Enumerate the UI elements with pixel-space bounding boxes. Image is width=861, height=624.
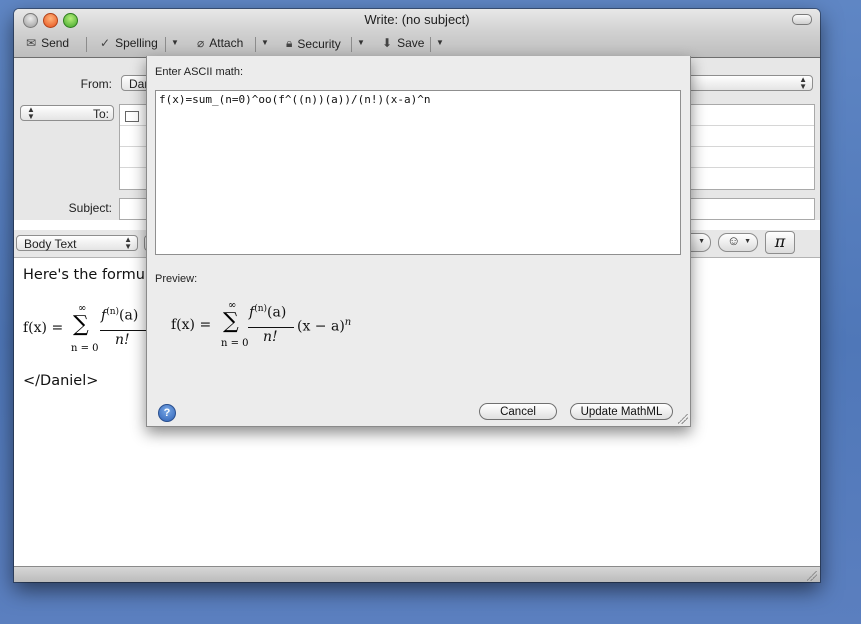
title-bar: Write: (no subject) ✉ Send ✓ Spelling ▼ … bbox=[14, 9, 820, 58]
security-dropdown-icon[interactable]: ▼ bbox=[357, 38, 365, 47]
updown-arrows-icon: ▲ ▼ bbox=[799, 75, 807, 91]
recipient-type-select[interactable]: ▲ ▼ To: bbox=[20, 105, 114, 121]
attach-button[interactable]: ⌀ Attach bbox=[197, 36, 243, 50]
formula-numerator-arg: (a) bbox=[119, 307, 139, 324]
send-button[interactable]: ✉ Send bbox=[26, 36, 69, 50]
from-label: From: bbox=[80, 77, 112, 91]
preview-exponent: n bbox=[344, 317, 352, 328]
spelling-label: Spelling bbox=[115, 36, 158, 50]
security-button[interactable]: 🔒︎ Security bbox=[286, 36, 341, 51]
spelling-dropdown-icon[interactable]: ▼ bbox=[171, 38, 179, 47]
update-mathml-button[interactable]: Update MathML bbox=[570, 403, 673, 420]
address-card-icon bbox=[125, 111, 139, 122]
send-label: Send bbox=[41, 36, 70, 50]
body-formula[interactable]: f(x) = ∞ ∑ n = 0 f(n)(a) n! bbox=[23, 303, 163, 363]
toolbar-divider bbox=[165, 37, 166, 52]
attach-dropdown-icon[interactable]: ▼ bbox=[261, 38, 269, 47]
paragraph-style-select[interactable]: Body Text ▲ ▼ bbox=[16, 235, 138, 251]
ascii-math-input[interactable]: f(x)=sum_(n=0)^oo(f^((n))(a))/(n!)(x-a)^… bbox=[155, 90, 681, 255]
save-label: Save bbox=[397, 36, 425, 50]
preview-tail: (x − a) bbox=[297, 318, 345, 335]
body-intro-text: Here's the formul bbox=[23, 267, 149, 283]
formula-superscript: (n) bbox=[106, 307, 120, 317]
recipient-type-label: To: bbox=[93, 107, 110, 121]
formula-sigma: ∑ bbox=[73, 312, 89, 337]
checkmark-icon: ✓ bbox=[100, 36, 111, 50]
preview-lower-limit: n = 0 bbox=[221, 338, 249, 349]
updown-arrows-icon: ▲ ▼ bbox=[124, 235, 132, 251]
toolbar-divider bbox=[255, 37, 256, 52]
send-icon: ✉ bbox=[26, 36, 37, 50]
body-signature: </Daniel> bbox=[23, 373, 99, 389]
preview-lhs: f(x) = bbox=[171, 317, 212, 333]
ascii-input-label: Enter ASCII math: bbox=[155, 66, 244, 78]
toolbar-divider bbox=[351, 37, 352, 52]
preview-sigma: ∑ bbox=[223, 309, 239, 334]
paperclip-icon: ⌀ bbox=[197, 36, 205, 50]
resize-grip-icon[interactable] bbox=[807, 571, 817, 581]
preview-fraction-bar bbox=[248, 327, 294, 328]
attach-label: Attach bbox=[209, 36, 244, 50]
resize-grip-icon[interactable] bbox=[678, 414, 688, 424]
formula-lhs: f(x) = bbox=[23, 320, 64, 336]
paragraph-style-value: Body Text bbox=[24, 237, 77, 251]
emoticon-button[interactable]: ☺ ▼ bbox=[718, 233, 758, 252]
formula-lower-limit: n = 0 bbox=[71, 343, 99, 354]
toolbar-divider bbox=[86, 37, 87, 52]
download-arrow-icon: ⬇ bbox=[382, 36, 393, 50]
smiley-icon: ☺ bbox=[727, 233, 741, 248]
cancel-button[interactable]: Cancel bbox=[479, 403, 557, 420]
preview-numerator-arg: (a) bbox=[267, 304, 287, 321]
lock-icon: 🔒︎ bbox=[286, 36, 293, 50]
formula-denominator: n! bbox=[115, 332, 130, 348]
toolbar: ✉ Send ✓ Spelling ▼ ⌀ Attach ▼ 🔒︎ Securi… bbox=[14, 33, 820, 55]
toolbar-divider bbox=[430, 37, 431, 52]
window-title: Write: (no subject) bbox=[364, 12, 470, 27]
updown-arrows-icon: ▲ ▼ bbox=[27, 105, 35, 121]
security-label: Security bbox=[297, 36, 341, 51]
preview-superscript: (n) bbox=[254, 304, 268, 314]
status-bar bbox=[14, 566, 820, 582]
insert-math-button[interactable]: π bbox=[765, 231, 795, 254]
preview-denominator: n! bbox=[263, 329, 278, 345]
subject-label: Subject: bbox=[68, 201, 112, 215]
ascii-math-dialog: Enter ASCII math: f(x)=sum_(n=0)^oo(f^((… bbox=[146, 56, 691, 427]
toolbar-toggle-button[interactable] bbox=[792, 14, 812, 25]
help-button[interactable]: ? bbox=[158, 404, 176, 422]
preview-formula: f(x) = ∞ ∑ n = 0 f(n)(a) n! (x − a)n bbox=[171, 296, 431, 356]
save-dropdown-icon[interactable]: ▼ bbox=[436, 38, 444, 47]
spelling-button[interactable]: ✓ Spelling bbox=[100, 36, 158, 50]
chevron-down-icon: ▼ bbox=[698, 238, 705, 245]
save-button[interactable]: ⬇ Save bbox=[382, 36, 424, 50]
chevron-down-icon: ▼ bbox=[744, 238, 751, 245]
fraction-bar bbox=[100, 330, 146, 331]
preview-label: Preview: bbox=[155, 273, 198, 285]
